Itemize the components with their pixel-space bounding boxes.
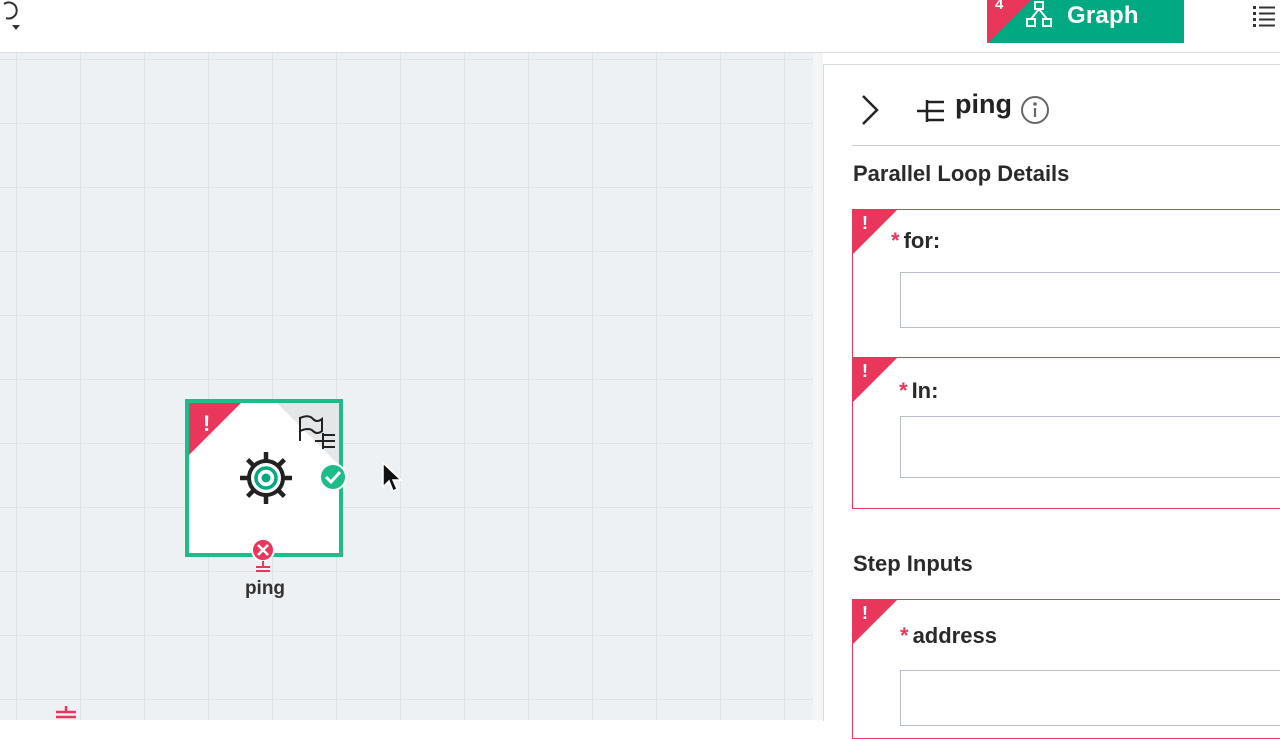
panel-divider[interactable] (813, 53, 823, 720)
gear-icon (240, 452, 292, 504)
success-port-check-icon[interactable] (318, 462, 348, 492)
field-error-flag (853, 600, 897, 644)
in-label-text: In: (911, 378, 939, 403)
field-error-mark: ! (862, 213, 868, 233)
node-error-flag (189, 403, 241, 455)
undo-icon[interactable] (0, 0, 26, 34)
graph-tab-label: Graph (1067, 2, 1139, 29)
step-properties-panel: ping Parallel Loop Details ! * for: ! * In… (823, 64, 1280, 739)
in-field-group: ! * In: (852, 357, 1280, 509)
node-error-mark: ! (203, 411, 211, 436)
failure-port-close-icon[interactable] (249, 538, 277, 572)
field-error-mark: ! (862, 603, 868, 623)
graph-icon (1026, 1, 1052, 27)
graph-tab[interactable]: 4 Graph (987, 0, 1184, 43)
graph-tab-badge: 4 (995, 0, 1004, 13)
required-mark: * (900, 623, 909, 648)
address-input[interactable] (900, 670, 1280, 726)
address-label-text: address (912, 623, 997, 648)
for-input[interactable] (900, 272, 1280, 328)
address-field-group: ! * address (852, 599, 1280, 739)
address-field-label: * address (900, 623, 997, 649)
mouse-cursor-icon (382, 461, 403, 493)
flow-canvas[interactable] (0, 53, 813, 720)
required-mark: * (891, 228, 900, 253)
list-icon[interactable] (1251, 3, 1277, 29)
failure-port-icon[interactable] (52, 706, 80, 720)
parallel-loop-flag-icon (299, 415, 335, 449)
for-field-group: ! * for: (852, 209, 1280, 359)
field-error-mark: ! (862, 361, 868, 381)
chevron-right-icon[interactable] (858, 93, 882, 127)
parallel-loop-icon (917, 100, 944, 122)
in-input[interactable] (900, 416, 1280, 478)
step-title: ping (955, 89, 1012, 119)
field-error-flag (853, 358, 897, 402)
top-toolbar: 4 Graph (0, 0, 1280, 53)
step-node-label: ping (244, 578, 286, 599)
parallel-loop-section-title: Parallel Loop Details (853, 161, 1070, 186)
step-inputs-section-title: Step Inputs (853, 551, 973, 576)
required-mark: * (899, 378, 908, 403)
for-field-label: * for: (891, 228, 940, 254)
header-divider (852, 145, 1280, 146)
for-label-text: for: (903, 228, 941, 253)
info-icon[interactable] (1020, 95, 1050, 125)
in-field-label: * In: (899, 378, 938, 404)
